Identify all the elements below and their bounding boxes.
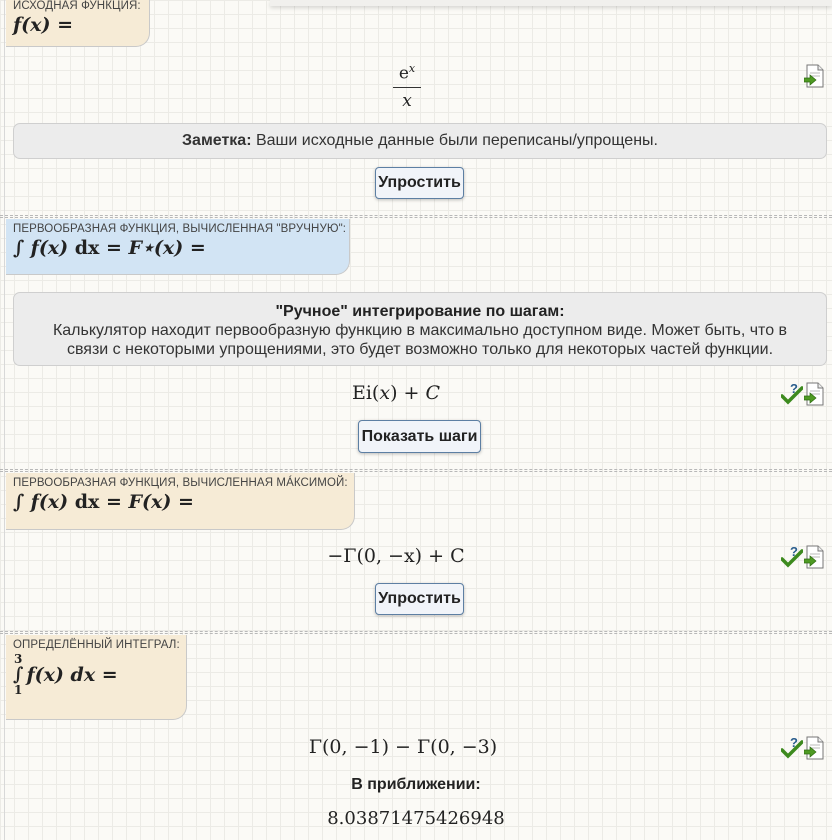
note-text: Ваши исходные данные были переписаны/упр…	[251, 132, 658, 149]
maxima-antiderivative-result: −Γ(0, −x) + C	[327, 545, 465, 567]
left-border	[4, 0, 5, 840]
document-export-icon[interactable]	[803, 545, 826, 569]
manual-antiderivative-label: ПЕРВООБРАЗНАЯ ФУНКЦИЯ, ВЫЧИСЛЕННАЯ "ВРУЧ…	[13, 223, 347, 235]
document-export-icon[interactable]	[803, 736, 826, 760]
integrand: f(x) dx =	[26, 664, 118, 686]
source-function-fraction: ex x	[393, 62, 421, 111]
document-export-icon[interactable]	[803, 382, 826, 406]
top-panel-edge	[270, 0, 832, 6]
manual-result-icons: ?	[780, 381, 826, 406]
check-question-icon[interactable]: ?	[780, 381, 804, 406]
fraction-numerator: ex	[393, 62, 421, 88]
lower-limit: 1	[14, 683, 23, 697]
maxima-result-icons: ?	[780, 544, 826, 569]
note-bold: Заметка:	[182, 132, 252, 149]
section-divider	[0, 631, 832, 634]
simplify-button[interactable]: Упростить	[375, 583, 464, 615]
definite-integral-label: ОПРЕДЕЛЁННЫЙ ИНТЕГРАЛ:	[13, 639, 180, 651]
manual-antiderivative-tag: ПЕРВООБРАЗНАЯ ФУНКЦИЯ, ВЫЧИСЛЕННАЯ "ВРУЧ…	[6, 219, 350, 275]
manual-integration-info: "Ручное" интегрирование по шагам: Кальку…	[13, 292, 827, 366]
info-title: "Ручное" интегрирование по шагам:	[275, 303, 565, 320]
simplify-button[interactable]: Упростить	[375, 167, 464, 199]
fraction-denominator: x	[402, 90, 412, 111]
maxima-antiderivative-tag: ПЕРВООБРАЗНАЯ ФУНКЦИЯ, ВЫЧИСЛЕННАЯ MÁКСИ…	[6, 473, 355, 530]
integral-limits: 3 ∫ 1	[13, 652, 24, 697]
source-function-icons	[803, 64, 826, 88]
manual-antiderivative-result: Ei(x) + C	[351, 382, 441, 404]
definite-integral-result: Γ(0, −1) − Γ(0, −3)	[308, 736, 498, 758]
definite-integral-formula: 3 ∫ 1 f(x) dx =	[13, 653, 176, 697]
section-divider	[0, 215, 832, 218]
maxima-antiderivative-label: ПЕРВООБРАЗНАЯ ФУНКЦИЯ, ВЫЧИСЛЕННАЯ MÁКСИ…	[13, 477, 348, 489]
approximation-label: В приближении:	[351, 776, 481, 793]
check-question-icon[interactable]: ?	[780, 544, 804, 569]
simplification-note: Заметка: Ваши исходные данные были переп…	[13, 123, 827, 159]
show-steps-button[interactable]: Показать шаги	[358, 420, 481, 453]
manual-antiderivative-formula: ∫ f(x) dx = F⋆(x) =	[13, 237, 206, 259]
definite-result-icons: ?	[780, 735, 826, 760]
source-function-tag: ИСХОДНАЯ ФУНКЦИЯ: f(x) =	[6, 0, 150, 47]
document-export-icon[interactable]	[803, 64, 826, 88]
source-function-formula: f(x) =	[13, 14, 74, 36]
approximation-value: 8.03871475426948	[327, 808, 505, 829]
section-divider	[0, 469, 832, 472]
source-function-label: ИСХОДНАЯ ФУНКЦИЯ:	[13, 0, 141, 12]
maxima-antiderivative-formula: ∫ f(x) dx = F(x) =	[13, 491, 194, 513]
info-text: Калькулятор находит первообразную функци…	[52, 322, 788, 358]
definite-integral-tag: ОПРЕДЕЛЁННЫЙ ИНТЕГРАЛ: 3 ∫ 1 f(x) dx =	[6, 635, 187, 720]
check-question-icon[interactable]: ?	[780, 735, 804, 760]
